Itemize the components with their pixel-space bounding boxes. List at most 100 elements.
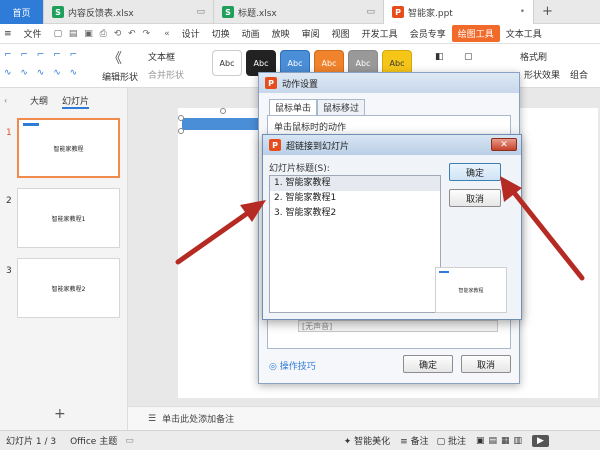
comment-icon: ▢ [436,437,448,447]
cancel-button[interactable]: 取消 [461,355,511,373]
list-item[interactable]: 3. 智能家教程2 [270,206,440,221]
more-icon[interactable]: « [158,29,176,39]
beautify-button[interactable]: ✦ 智能美化 [344,434,390,447]
slide-pane: ‹ 大纲 幻灯片 1 智能家教程 2 智能家教程1 3 智能家教程2 + [0,88,128,430]
spreadsheet-icon: S [52,6,64,18]
list-item[interactable]: 2. 智能家教程1 [270,191,440,206]
ok-button[interactable]: 确定 [403,355,453,373]
rotate-handle[interactable] [220,108,226,114]
hyperlink-to-slide-dialog: P 超链接到幻灯片 ✕ 幻灯片标题(S): 1. 智能家教程 2. 智能家教程1… [262,134,522,320]
view-mode-icons[interactable]: ▣▤▦▥ [476,436,526,446]
notes-placeholder: 单击此处添加备注 [162,415,235,425]
sparkle-icon: ✦ [343,437,355,447]
slide-thumbnail-1[interactable]: 智能家教程 [17,118,120,178]
list-label: 幻灯片标题(S): [269,164,330,174]
menu-animation[interactable]: 动画 [236,27,266,40]
tab-label: 智能家.ppt [408,8,453,19]
resize-handle[interactable] [178,115,184,121]
new-tab-icon[interactable]: + [542,4,553,19]
collapse-icon[interactable]: ‹ [4,96,7,105]
notes-button[interactable]: ≡ 备注 [400,434,428,447]
hamburger-icon[interactable]: ≡ [0,29,18,39]
tab-file-title[interactable]: S 标题.xlsx ▭ [214,0,384,24]
comments-button[interactable]: ▢ 批注 [437,434,466,447]
tab-file-ppt[interactable]: P 智能家.ppt • [384,0,534,24]
slide-thumbnail-title: 智能家教程2 [51,285,86,293]
menu-design[interactable]: 设计 [176,27,206,40]
tab-outline[interactable]: 大纲 [30,94,48,109]
slide-preview: 智能家教程 [435,267,507,313]
status-bar: 幻灯片 1 / 3 Office 主题 ▭ ✦ 智能美化 ≡ 备注 ▢ 批注 ▣… [0,430,600,450]
shape-gallery-icon[interactable]: ∿ ∿ ∿ ∿ ∿ [4,68,80,78]
tab-home-label: 首页 [12,8,31,19]
slide-thumbnail-2[interactable]: 智能家教程1 [17,188,120,248]
shape-gallery-icon[interactable]: ⌐ ⌐ ⌐ ⌐ ⌐ [4,50,80,60]
dialog-title-bar[interactable]: P 超链接到幻灯片 [263,135,521,155]
tab-bar: 首页 S 内容反馈表.xlsx ▭ S 标题.xlsx ▭ P 智能家.ppt … [0,0,600,24]
dialog-title: 超链接到幻灯片 [286,141,350,152]
title-bar-mark [23,123,39,126]
edit-shape-button[interactable]: 编辑形状 [102,70,138,83]
tab-mouse-click[interactable]: 鼠标单击 [269,99,318,115]
cancel-button[interactable]: 取消 [449,189,501,207]
section-label: 单击鼠标时的动作 [274,123,347,133]
fill-icon: ◧ [435,52,444,62]
notes-icon: ≡ [400,437,411,447]
slide-counter: 幻灯片 1 / 3 [6,437,57,447]
dialog-title-bar[interactable]: P 动作设置 [259,73,519,93]
tab-home[interactable]: 首页 [0,0,44,24]
menu-developer[interactable]: 开发工具 [356,27,404,40]
outline-icon[interactable]: ▢ [464,52,473,62]
menu-drawing-tools[interactable]: 绘图工具 [451,25,500,42]
menu-transition[interactable]: 切换 [206,27,236,40]
notes-icon: ☰ [148,413,157,424]
merge-shape-button[interactable]: 合并形状 [148,68,184,81]
notes-area[interactable]: ☰ 单击此处添加备注 [128,406,600,430]
shape-effect-button[interactable]: 形状效果 [524,68,560,81]
tab-mouse-hover[interactable]: 鼠标移过 [317,99,366,115]
menu-slideshow[interactable]: 放映 [266,27,296,40]
text-box-button[interactable]: 文本框 [148,50,175,63]
menu-file[interactable]: 文件 [18,27,48,40]
slide-title-list[interactable]: 1. 智能家教程 2. 智能家教程1 3. 智能家教程2 [269,175,441,313]
style-white[interactable]: Abc [212,50,242,76]
slide-number: 1 [6,128,12,138]
monitor-icon[interactable]: ▭ [125,436,134,446]
sound-select[interactable]: [无声音] [298,320,498,332]
format-painter-button[interactable]: 格式刷 [520,50,547,63]
play-icon[interactable]: ▶ [531,434,549,447]
monitor-icon[interactable]: ▭ [366,7,375,17]
quick-access-icons[interactable]: ▢ ▤ ▣ ⎙ ⟲ ↶ ↷ [48,29,159,39]
edit-shape-icon: 《 [108,51,122,67]
slide-thumbnail-title: 智能家教程 [53,145,84,153]
menu-review[interactable]: 审阅 [296,27,326,40]
ok-button[interactable]: 确定 [449,163,501,181]
dialog-title: 动作设置 [282,79,319,90]
menu-view[interactable]: 视图 [326,27,356,40]
tab-slides[interactable]: 幻灯片 [62,94,90,109]
slide-number: 3 [6,266,12,276]
spreadsheet-icon: S [222,6,234,18]
menu-bar: ≡ 文件 ▢ ▤ ▣ ⎙ ⟲ ↶ ↷ « 设计 切换 动画 放映 审阅 视图 开… [0,24,600,44]
close-icon[interactable]: ✕ [491,138,517,151]
menu-text-tools[interactable]: 文本工具 [500,27,548,40]
add-slide-button[interactable]: + [54,406,66,422]
monitor-icon[interactable]: ▭ [196,7,205,17]
tips-label: 操作技巧 [279,362,316,372]
close-icon[interactable]: • [520,7,525,17]
fill-button[interactable]: ◧ [435,52,444,62]
beautify-label: 智能美化 [354,437,391,447]
tab-label: 标题.xlsx [238,8,277,19]
tab-label: 内容反馈表.xlsx [68,8,134,19]
theme-name: Office 主题 [70,437,118,447]
resize-handle[interactable] [178,128,184,134]
preview-title: 智能家教程 [458,287,484,294]
group-button[interactable]: 组合 [570,68,588,81]
menu-member[interactable]: 会员专享 [404,27,452,40]
notes-label: 备注 [410,437,429,447]
list-item[interactable]: 1. 智能家教程 [270,176,440,191]
slide-thumbnail-3[interactable]: 智能家教程2 [17,258,120,318]
tips-link[interactable]: ◎ 操作技巧 [269,359,316,372]
tab-file-feedback[interactable]: S 内容反馈表.xlsx ▭ [44,0,214,24]
wps-presentation-icon: P [269,139,281,151]
